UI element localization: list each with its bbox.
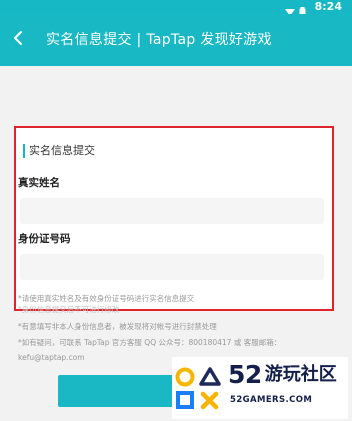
no-edit-notice: *身份信息提交后不可进行修改 xyxy=(18,305,120,314)
real-name-notice: *请使用真实姓名及有效身份证号码进行实名信息提交 xyxy=(18,294,195,303)
section-header: 实名信息提交 xyxy=(23,143,95,159)
battery-icon xyxy=(298,2,308,17)
back-button[interactable] xyxy=(4,26,32,54)
id-number-input[interactable] xyxy=(20,254,324,280)
real-name-form-card: 实名信息提交 真实姓名 身份证号码 *请使用真实姓名及有效身份证号码进行实名信息… xyxy=(14,126,334,311)
watermark-url: 52GAMERS.COM xyxy=(230,395,313,405)
section-accent-bar xyxy=(23,144,25,158)
status-time: 8:24 xyxy=(314,0,342,13)
watermark-title: 52 游玩社区 xyxy=(228,360,337,390)
wifi-icon xyxy=(285,2,295,16)
playstation-shapes-logo xyxy=(174,365,222,413)
app-toolbar: 实名信息提交 | TapTap 发现好游戏 xyxy=(0,14,352,66)
chevron-left-icon xyxy=(12,30,24,50)
page-title: 实名信息提交 | TapTap 发现好游戏 xyxy=(46,32,272,48)
section-title: 实名信息提交 xyxy=(29,144,95,157)
real-name-label: 真实姓名 xyxy=(18,177,60,189)
contact-notice: *如有疑问，可联系 TapTap 官方客服 QQ 公众号：800180417 或… xyxy=(18,338,282,347)
watermark: 52 游玩社区 52GAMERS.COM xyxy=(172,357,348,419)
support-email: kefu@taptap.com xyxy=(18,353,85,362)
watermark-name: 游玩社区 xyxy=(264,364,337,385)
submit-button[interactable] xyxy=(58,375,188,407)
watermark-number: 52 xyxy=(228,360,262,389)
status-icons xyxy=(285,2,308,17)
real-name-input[interactable] xyxy=(20,198,324,224)
ban-warning-notice: *有意填写非本人身份信息者，被发现将对帐号进行封禁处理 xyxy=(18,322,217,331)
status-bar: 8:24 xyxy=(0,0,352,17)
id-number-label: 身份证号码 xyxy=(18,233,71,245)
